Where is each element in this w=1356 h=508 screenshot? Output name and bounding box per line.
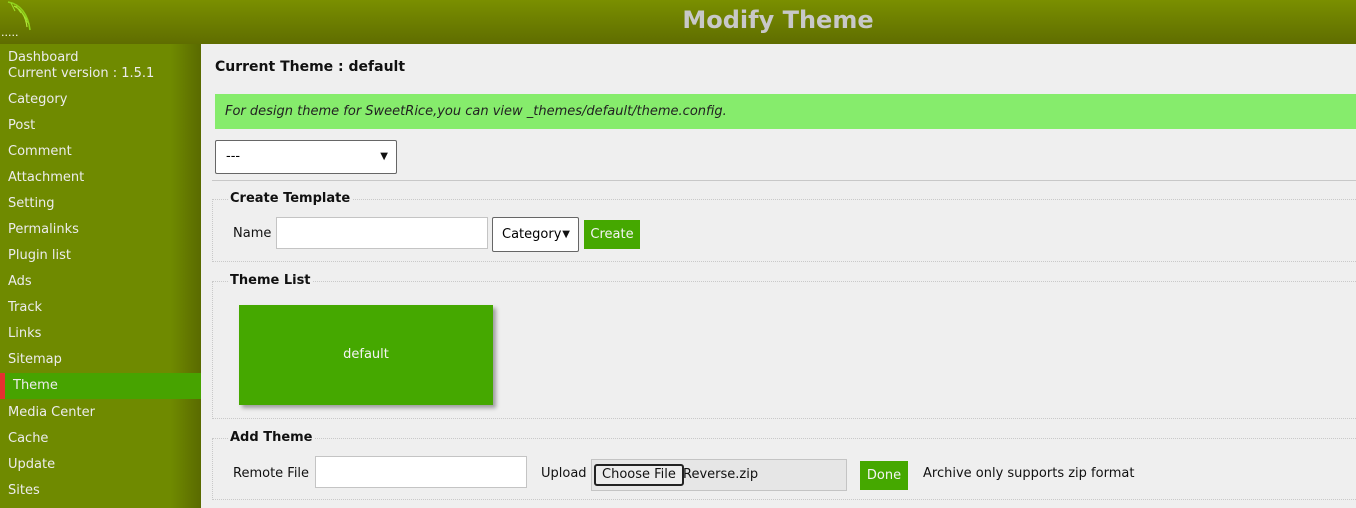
sidebar-item-media-center[interactable]: Media Center <box>0 400 201 426</box>
template-name-input[interactable] <box>276 217 488 249</box>
upload-file-input[interactable]: Choose File Reverse.zip <box>591 459 847 491</box>
theme-select-value: --- <box>226 149 241 164</box>
dashboard-block[interactable]: Dashboard Current version : 1.5.1 <box>8 50 154 82</box>
chevron-down-icon: ▼ <box>562 229 570 240</box>
sidebar-item-setting[interactable]: Setting <box>0 191 201 217</box>
remote-file-label: Remote File <box>233 466 310 481</box>
sidebar-item-ads[interactable]: Ads <box>0 269 201 295</box>
sidebar-item-category[interactable]: Category <box>0 87 201 113</box>
chevron-down-icon: ▼ <box>380 151 388 162</box>
leaf-logo-icon[interactable]: ..... <box>0 0 36 40</box>
divider <box>212 180 1356 181</box>
sidebar-item-sitemap[interactable]: Sitemap <box>0 347 201 373</box>
sidebar-item-attachment[interactable]: Attachment <box>0 165 201 191</box>
template-type-value: Category <box>502 227 562 242</box>
sidebar: Dashboard Current version : 1.5.1 Catego… <box>0 44 201 508</box>
theme-notice: For design theme for SweetRice,you can v… <box>215 94 1356 129</box>
create-template-legend: Create Template <box>228 191 353 206</box>
theme-card-default[interactable]: default <box>239 305 493 405</box>
sidebar-item-update[interactable]: Update <box>0 452 201 478</box>
sidebar-item-cache[interactable]: Cache <box>0 426 201 452</box>
remote-file-input[interactable] <box>315 456 527 488</box>
current-theme-heading: Current Theme : default <box>215 59 406 75</box>
theme-list-legend: Theme List <box>228 273 313 288</box>
logo-dots: ..... <box>1 26 19 39</box>
theme-select[interactable]: --- ▼ <box>215 140 397 174</box>
create-button[interactable]: Create <box>584 220 640 249</box>
sidebar-item-track[interactable]: Track <box>0 295 201 321</box>
sidebar-item-comment[interactable]: Comment <box>0 139 201 165</box>
sidebar-item-links[interactable]: Links <box>0 321 201 347</box>
choose-file-button[interactable]: Choose File <box>594 464 684 486</box>
add-theme-section: Add Theme Remote File Upload Choose File… <box>212 430 1356 500</box>
version-label: Current version : 1.5.1 <box>8 66 155 81</box>
upload-label: Upload <box>541 466 587 481</box>
create-template-section: Create Template Name Category ▼ Create <box>212 191 1356 262</box>
selected-file-name: Reverse.zip <box>683 467 759 482</box>
page-title: Modify Theme <box>682 6 874 34</box>
sidebar-item-post[interactable]: Post <box>0 113 201 139</box>
main-panel: Current Theme : default For design theme… <box>201 44 1356 508</box>
template-type-select[interactable]: Category ▼ <box>492 217 579 252</box>
sidebar-item-dashboard[interactable]: Dashboard <box>8 50 154 66</box>
zip-format-hint: Archive only supports zip format <box>923 466 1135 481</box>
header-bar: ..... Modify Theme <box>0 0 1356 44</box>
sidebar-item-sites[interactable]: Sites <box>0 478 201 504</box>
sidebar-item-plugin-list[interactable]: Plugin list <box>0 243 201 269</box>
done-button[interactable]: Done <box>860 461 908 490</box>
sidebar-item-theme[interactable]: Theme <box>0 373 201 399</box>
name-label: Name <box>233 226 272 241</box>
sidebar-item-permalinks[interactable]: Permalinks <box>0 217 201 243</box>
theme-list-section: Theme List default <box>212 273 1356 419</box>
add-theme-legend: Add Theme <box>228 430 315 445</box>
